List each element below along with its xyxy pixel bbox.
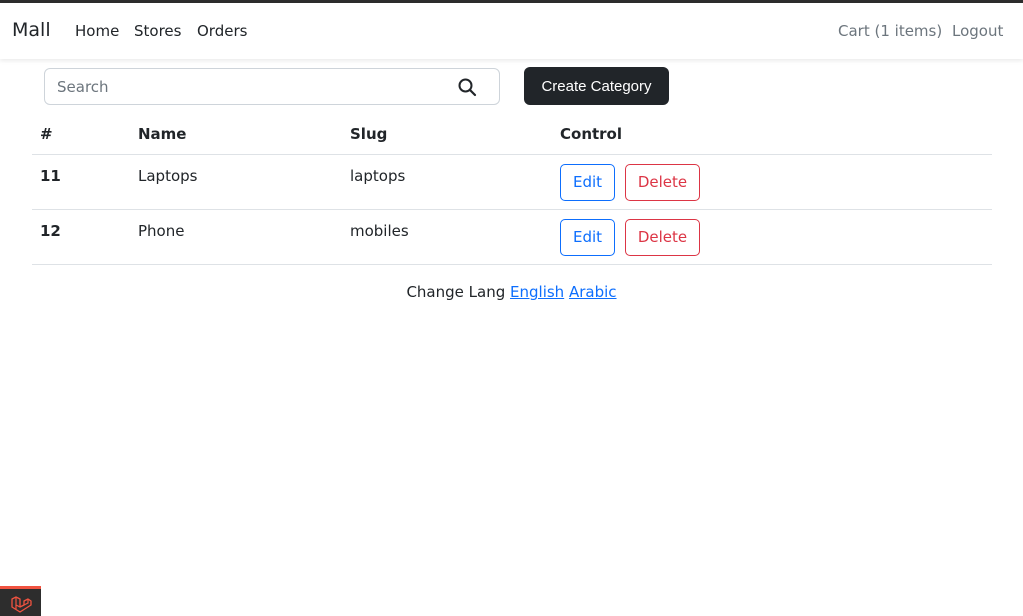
row-slug: mobiles — [342, 209, 552, 265]
debugbar-toggle[interactable] — [0, 586, 41, 616]
logout-link[interactable]: Logout — [952, 22, 1003, 40]
header-name: Name — [130, 114, 342, 155]
nav-stores-link[interactable]: Stores — [134, 22, 181, 40]
table-row: 12 Phone mobiles Edit Delete — [32, 209, 992, 265]
brand-link[interactable]: Mall — [12, 19, 51, 41]
row-control: Edit Delete — [552, 209, 992, 265]
cart-link[interactable]: Cart (1 items) — [838, 22, 942, 40]
laravel-logo-icon — [11, 596, 32, 613]
edit-button[interactable]: Edit — [560, 163, 616, 201]
header-id: # — [32, 114, 130, 155]
row-id: 11 — [32, 154, 130, 210]
categories-table: # Name Slug Control 11 Laptops laptops E… — [32, 114, 992, 265]
search-form — [44, 68, 500, 105]
delete-button[interactable]: Delete — [624, 218, 701, 256]
search-icon[interactable] — [457, 77, 477, 97]
search-input[interactable] — [57, 69, 447, 104]
row-name: Phone — [130, 209, 342, 265]
navbar: Mall Home Stores Orders Cart (1 items) L… — [0, 3, 1023, 59]
table-header-row: # Name Slug Control — [32, 114, 992, 155]
delete-button[interactable]: Delete — [624, 163, 701, 201]
language-switcher: Change Lang English Arabic — [0, 283, 1023, 301]
change-lang-label: Change Lang — [406, 283, 506, 301]
header-control: Control — [552, 114, 992, 155]
create-category-button[interactable]: Create Category — [524, 67, 669, 105]
edit-button[interactable]: Edit — [560, 218, 616, 256]
header-slug: Slug — [342, 114, 552, 155]
row-name: Laptops — [130, 154, 342, 210]
nav-home-link[interactable]: Home — [75, 22, 119, 40]
nav-orders-link[interactable]: Orders — [197, 22, 247, 40]
arabic-link[interactable]: Arabic — [569, 283, 617, 301]
table-row: 11 Laptops laptops Edit Delete — [32, 154, 992, 210]
row-control: Edit Delete — [552, 154, 992, 210]
english-link[interactable]: English — [510, 283, 564, 301]
row-slug: laptops — [342, 154, 552, 210]
row-id: 12 — [32, 209, 130, 265]
